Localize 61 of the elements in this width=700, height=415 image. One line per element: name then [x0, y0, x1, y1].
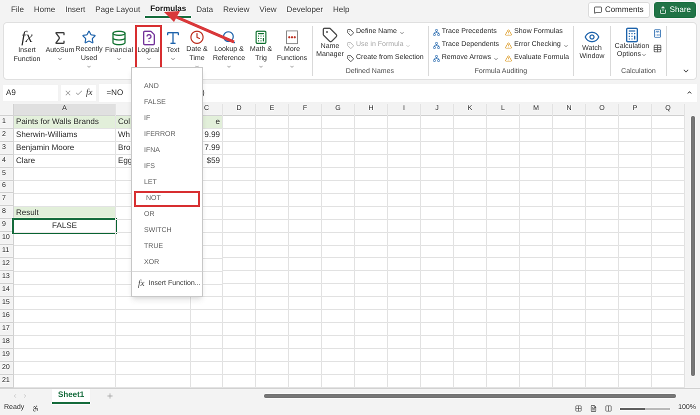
warning-icon — [505, 29, 512, 36]
question-icon — [140, 30, 156, 46]
table-cell-text: $59 — [206, 154, 221, 167]
warning-icon — [505, 42, 512, 49]
table-cell: FALSE — [14, 220, 115, 232]
menu-tab[interactable]: File — [6, 2, 29, 18]
table-cell-text: 9.99 — [204, 128, 221, 141]
function-icon: fx — [138, 277, 144, 291]
horizontal-scrollbar[interactable] — [264, 394, 676, 398]
menu-tab[interactable]: Insert — [60, 2, 90, 18]
comment-icon — [594, 6, 602, 14]
expand-icon[interactable] — [686, 89, 693, 96]
sheet-tab[interactable]: Sheet1 — [52, 388, 90, 404]
page-break-icon[interactable] — [605, 405, 612, 412]
text-icon — [165, 30, 181, 46]
table-cell-text: Bro — [117, 142, 130, 154]
table-cell-text: Clare — [15, 154, 36, 167]
clock-icon — [189, 30, 205, 45]
name-box[interactable]: A9 — [3, 85, 58, 101]
calculator-icon[interactable] — [652, 29, 662, 38]
menu-tab[interactable]: Developer — [282, 2, 328, 18]
table-cell: Paints for Walls Brands — [14, 116, 115, 128]
function-icon[interactable]: fx — [86, 86, 92, 100]
tag-icon — [347, 55, 354, 62]
calculator-icon — [624, 27, 640, 43]
star-icon — [81, 30, 97, 45]
sheet-icon[interactable] — [652, 44, 662, 53]
cancel-icon[interactable] — [64, 89, 72, 97]
menu-tab[interactable]: View — [254, 2, 282, 18]
tag-icon — [347, 29, 354, 36]
menu-tab[interactable]: Review — [218, 2, 254, 18]
tag-icon — [322, 27, 338, 43]
trace-icon — [432, 55, 440, 62]
arrow-annotation — [164, 11, 235, 44]
collapse-ribbon-icon[interactable] — [682, 67, 690, 75]
enter-icon[interactable] — [75, 89, 83, 97]
warning-icon — [505, 55, 512, 62]
normal-view-icon[interactable] — [575, 405, 582, 412]
function-icon: fx — [21, 30, 33, 46]
menu-tab[interactable]: Help — [328, 2, 354, 18]
vertical-scrollbar[interactable] — [685, 104, 700, 388]
more-functions-icon — [285, 30, 299, 45]
calculator-icon — [253, 30, 269, 45]
menu-tab[interactable]: Page Layout — [90, 2, 146, 18]
table-cell-text: Wh — [117, 128, 130, 141]
search-icon — [221, 30, 237, 45]
trace-icon — [432, 29, 440, 36]
share-button[interactable]: Share — [654, 2, 696, 18]
share-icon — [658, 6, 667, 14]
accessibility-icon[interactable] — [32, 405, 40, 412]
page-layout-icon[interactable] — [590, 405, 598, 412]
menu-tab[interactable]: Home — [28, 2, 60, 18]
table-cell: Result — [14, 206, 115, 219]
table-cell-text: Sherwin-Williams — [15, 128, 78, 141]
trace-icon — [432, 42, 440, 49]
table-cell-text: 7.99 — [204, 142, 221, 154]
tag-icon — [347, 42, 354, 49]
table-cell-text: Benjamin Moore — [15, 142, 74, 154]
comments-button[interactable]: Comments — [588, 2, 650, 18]
menu-tab[interactable]: Data — [191, 2, 218, 18]
caret-icon — [641, 52, 648, 58]
